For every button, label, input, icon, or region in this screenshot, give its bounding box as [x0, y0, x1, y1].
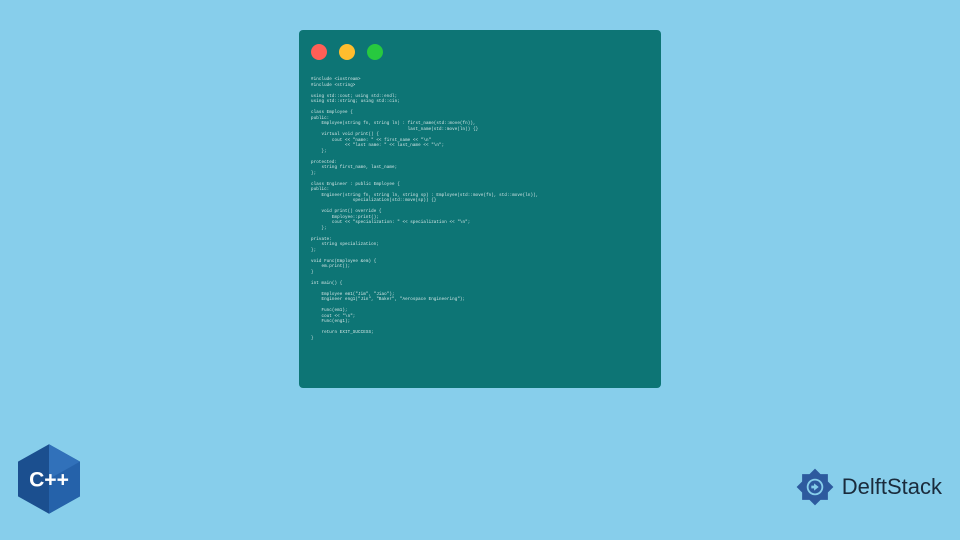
delftstack-label: DelftStack: [842, 474, 942, 500]
cpp-label: C++: [29, 468, 69, 491]
delftstack-icon: [792, 464, 838, 510]
traffic-lights: [311, 44, 649, 60]
close-icon: [311, 44, 327, 60]
maximize-icon: [367, 44, 383, 60]
delftstack-logo: DelftStack: [792, 464, 942, 510]
minimize-icon: [339, 44, 355, 60]
code-content: #include <iostream> #include <string> us…: [311, 78, 649, 342]
code-window: #include <iostream> #include <string> us…: [299, 30, 661, 388]
cpp-logo: C++: [18, 444, 80, 514]
